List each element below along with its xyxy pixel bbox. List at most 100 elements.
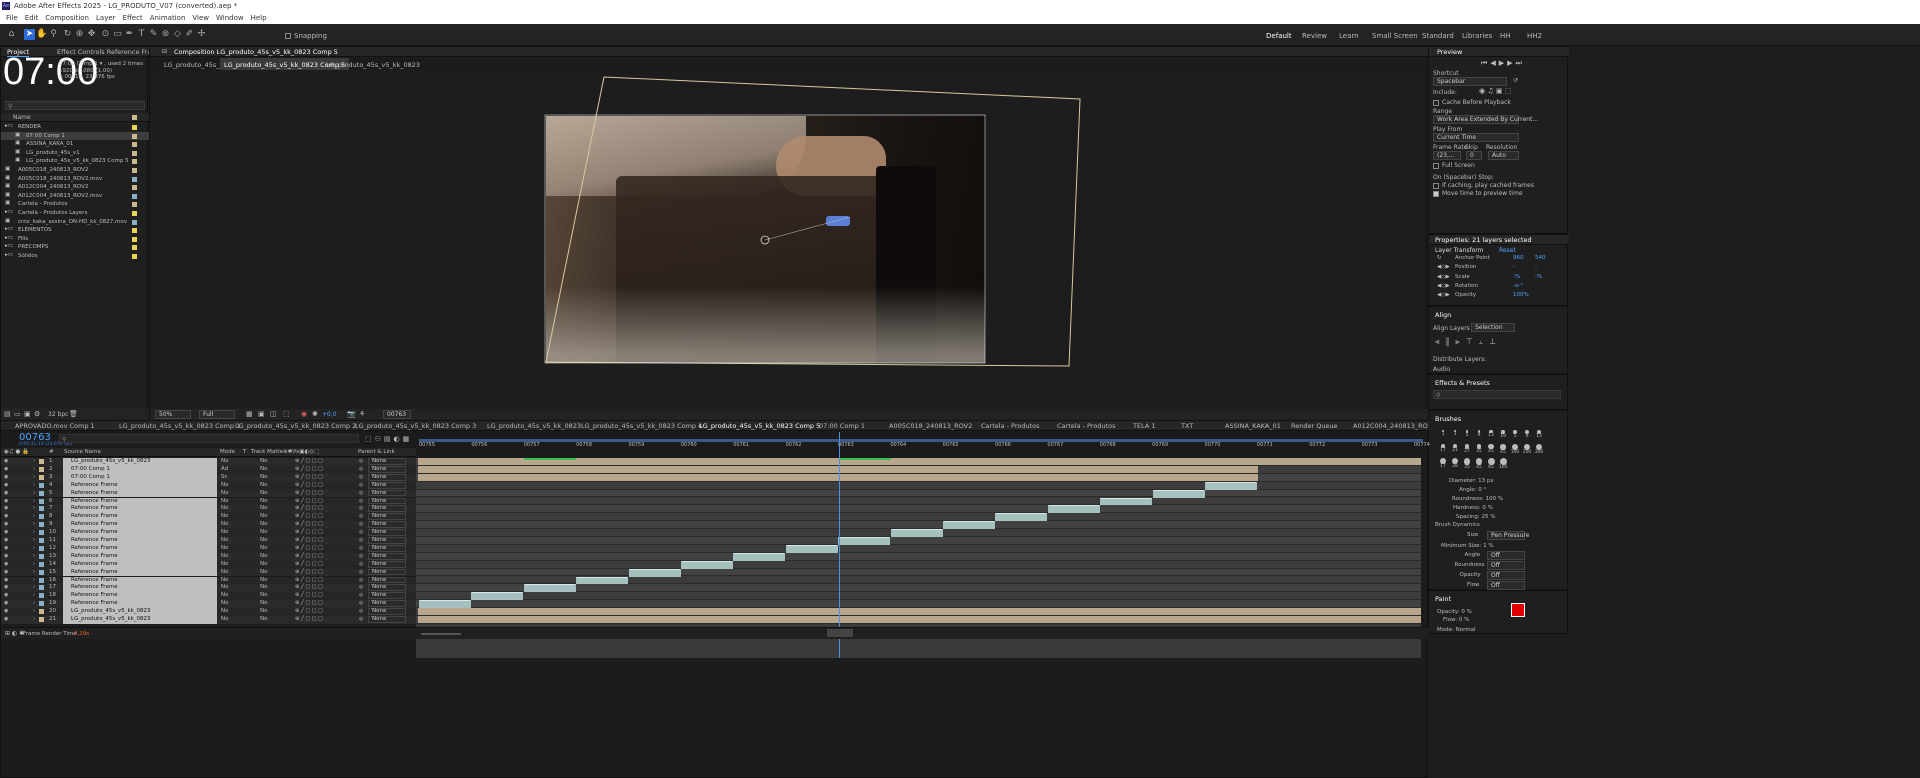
roundness-value[interactable]: Roundness: 100 % [1449,495,1503,504]
layer-matte[interactable]: No [260,584,267,590]
layer-name[interactable]: 07:00 Comp 1 [63,473,217,482]
col-mode[interactable]: Mode [220,449,235,455]
trash-icon[interactable]: 🗑 [69,410,78,418]
layer-mode[interactable]: No [221,584,228,590]
project-item[interactable]: ▣ crnx_kaka_assina_ON-HD_kk_0827.mov [1,218,149,227]
label-color[interactable] [132,228,137,234]
res-select[interactable]: Auto [1488,151,1519,160]
layer-matte[interactable]: No [260,513,267,519]
layer-name[interactable]: Reference Frame [63,521,217,530]
project-item[interactable]: ▸▭ ELEMENTOS [1,226,149,235]
dynamics-select[interactable]: Off [1487,561,1525,570]
layer-bar[interactable] [418,465,1258,473]
brush-preset[interactable]: 27 [1461,443,1473,457]
pickwhip-icon[interactable]: ◎ [359,561,363,567]
expand-icon[interactable]: › [33,577,35,583]
angle-value[interactable]: Angle: 0 ° [1449,486,1503,495]
brush-preset[interactable]: 100 [1497,457,1509,471]
brush-preset[interactable]: 65 [1497,443,1509,457]
brush-preset[interactable]: 45 [1473,457,1485,471]
framerate-select[interactable]: (23,... [1433,151,1461,160]
brush-preset[interactable]: 5 [1461,429,1473,443]
exposure-value[interactable]: +0,0 [322,411,337,418]
layer-matte[interactable]: No [260,561,267,567]
layer-mode[interactable]: No [221,553,228,559]
layer-label-color[interactable] [39,545,44,551]
label-color[interactable] [132,236,137,242]
pickwhip-icon[interactable]: ◎ [359,553,363,559]
layer-label-color[interactable] [39,561,44,567]
layer-parent[interactable]: None [368,465,406,473]
pickwhip-icon[interactable]: ◎ [359,569,363,575]
col-source[interactable]: Source Name [64,449,101,455]
layer-label-color[interactable] [39,609,44,615]
layer-name[interactable]: Reference Frame [63,489,217,498]
layer-matte[interactable]: No [260,521,267,527]
label-color[interactable] [132,193,137,199]
brush-preset[interactable]: 17 [1437,443,1449,457]
pickwhip-icon[interactable]: ◎ [359,537,363,543]
video-icon[interactable]: ◉ [1479,87,1485,95]
brush-preset[interactable]: 35 [1461,457,1473,471]
layer-row[interactable]: ◉ › 9 Reference Frame No No ⊕ ╱ □ □ □ ◎ None [1,521,416,530]
align-vcenter-icon[interactable]: ⫠ [1479,337,1490,346]
layer-name[interactable]: Reference Frame [63,537,217,545]
workspace-hh[interactable]: HH [1500,32,1511,40]
playhead[interactable] [839,432,840,658]
layer-mode[interactable]: No [221,529,228,535]
layer-mode[interactable]: No [221,505,228,511]
dynamics-select[interactable]: Off [1487,571,1525,580]
brush-preset[interactable]: 28 [1449,457,1461,471]
project-item[interactable]: ▣ A005C018_240813_ROV2.mov [1,175,149,184]
layer-switches[interactable]: ⊕ ╱ □ □ □ [295,584,323,590]
label-color[interactable] [132,168,137,173]
layer-parent[interactable]: None [368,568,406,576]
layer-parent[interactable]: None [368,497,406,505]
expand-icon[interactable]: › [33,498,35,504]
layer-switches[interactable]: ⊕ ╱ □ □ □ [295,474,323,480]
layer-mode[interactable]: No [221,545,228,551]
visibility-icon[interactable]: ◉ [4,537,8,543]
layer-label-color[interactable] [39,522,44,528]
project-item[interactable]: ▣ LG_produto_45s_v1 [1,149,149,158]
timeline-tab[interactable]: A005C018_240813_ROV2 [889,422,972,430]
layer-row[interactable]: ◉ › 5 Reference Frame No No ⊕ ╱ □ □ □ ◎ None [1,489,416,498]
keyframe-nav-icon[interactable]: ◀◇▶ [1437,274,1450,280]
eraser-tool-icon[interactable]: ◇ [172,29,183,40]
visibility-icon[interactable]: ◉ [4,482,8,488]
expand-icon[interactable]: › [33,537,35,543]
timeline-tab[interactable]: APROVADO.mov Comp 1 [15,422,95,430]
pan-tool-icon[interactable]: ✥ [86,29,97,40]
label-color[interactable] [132,185,137,191]
keyframe-nav-icon[interactable]: ↻ [1437,255,1442,261]
layer-row[interactable]: ◉ › 13 Reference Frame No No ⊕ ╱ □ □ □ ◎ None [1,552,416,561]
pickwhip-icon[interactable]: ◎ [359,616,363,622]
current-frame[interactable]: 00763 [383,410,411,419]
brush-preset[interactable]: 100 [1509,443,1521,457]
layer-matte[interactable]: No [260,458,267,464]
label-color[interactable] [132,133,137,139]
layer-switches[interactable]: ⊕ ╱ □ □ □ [295,490,323,496]
menu-help[interactable]: Help [251,14,267,22]
layer-parent[interactable]: None [368,552,406,560]
shy-icon[interactable]: ⚇ [375,435,384,443]
preview-title[interactable]: Preview [1437,48,1462,56]
layer-bar[interactable] [418,473,1258,481]
layer-switches[interactable]: ⊕ ╱ □ □ □ [295,569,323,575]
size-select[interactable]: Pen Pressure [1487,531,1529,540]
expand-icon[interactable]: › [33,616,35,622]
layer-label-color[interactable] [39,514,44,520]
time-ruler[interactable]: 00755 00756 00757 00758 00759 00760 00761 00762… [416,432,1430,458]
channel-icon[interactable]: ◫ [270,410,277,418]
property-value-2[interactable]: 540 [1535,255,1546,261]
label-color[interactable] [132,254,137,259]
fullscreen-checkbox[interactable]: Full Screen [1433,162,1475,169]
layer-name[interactable]: Reference Frame [63,568,217,577]
anchor-tool-icon[interactable]: ⊙ [100,29,111,40]
project-item[interactable]: ▣ LG_produto_45s_v5_kk_0823 Comp 5 [1,157,149,166]
layer-name[interactable]: Reference Frame [63,600,217,609]
motion-blur-icon[interactable]: ◐ [394,435,403,443]
pickwhip-icon[interactable]: ◎ [359,482,363,488]
timeline-tab[interactable]: LG_produto_45s_v5_kk_0823 Comp 3 [355,422,476,430]
layer-row[interactable]: ◉ › 8 Reference Frame No No ⊕ ╱ □ □ □ ◎ None [1,513,416,522]
